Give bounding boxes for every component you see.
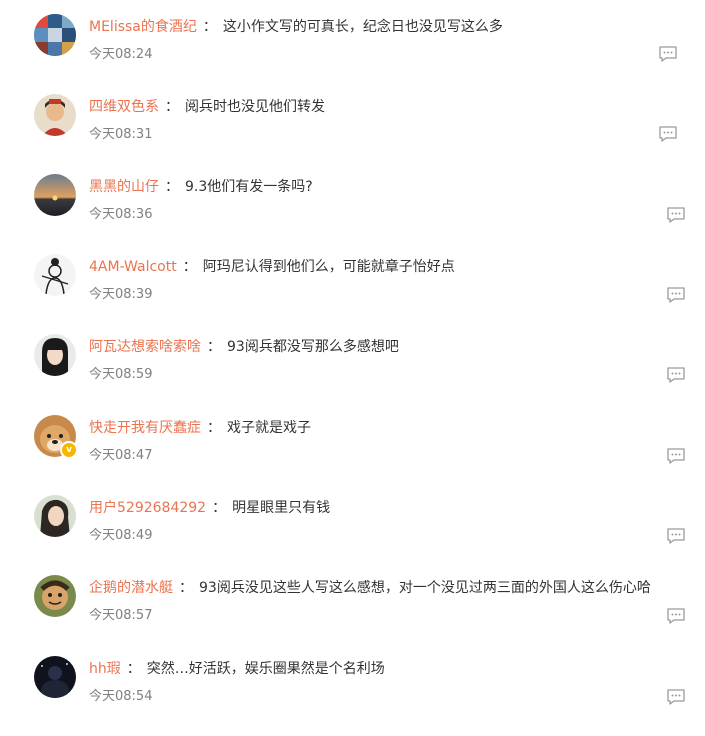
- username-link[interactable]: 四维双色系: [89, 99, 159, 115]
- comment-text: 明星眼里只有钱: [232, 500, 331, 516]
- reply-icon[interactable]: [666, 206, 686, 224]
- comment-line: 黑黑的山仔 ： 9.3他们有发一条吗?: [89, 177, 695, 197]
- colon: ：: [165, 179, 179, 195]
- colon: ：: [165, 99, 179, 115]
- comment-text: 阿玛尼认得到他们么，可能就章子怡好点: [202, 259, 455, 275]
- comment-text: 突然…好活跃，娱乐圈果然是个名利场: [146, 661, 385, 677]
- colon: ：: [182, 259, 197, 275]
- comment-item: 用户5292684292 ： 明星眼里只有钱 今天08:49: [0, 495, 705, 575]
- user-avatar[interactable]: [34, 174, 76, 216]
- sketch-avatar: [34, 254, 76, 296]
- username-link[interactable]: 阿瓦达想索啥索啥: [89, 339, 201, 355]
- comment-item: 企鹅的潜水艇 ： 93阅兵没见这些人写这么感想，对一个没见过两三面的外国人这么伤心哈…: [0, 575, 705, 655]
- colon: ：: [202, 19, 217, 35]
- comment-line: 快走开我有厌蠢症 ： 戏子就是戏子: [89, 418, 695, 438]
- username-link[interactable]: 快走开我有厌蠢症: [89, 420, 201, 436]
- user-avatar[interactable]: [34, 94, 76, 136]
- user-avatar[interactable]: [34, 334, 76, 376]
- night-avatar: [34, 656, 76, 698]
- reply-icon[interactable]: [666, 447, 686, 465]
- user-avatar[interactable]: [34, 254, 76, 296]
- comment-line: 用户5292684292 ： 明星眼里只有钱: [89, 498, 695, 518]
- sunset-avatar: [34, 174, 76, 216]
- username-link[interactable]: 企鹅的潜水艇: [89, 580, 173, 596]
- comment-time: 今天08:24: [89, 47, 153, 62]
- comment-line: 四维双色系 ： 阅兵时也没见他们转发: [89, 97, 695, 117]
- comment-item: hh瑕 ： 突然…好活跃，娱乐圈果然是个名利场 今天08:54: [0, 656, 705, 736]
- comment-time: 今天08:49: [89, 528, 153, 543]
- username-link[interactable]: MElissa的食酒纪: [89, 19, 197, 35]
- reply-icon[interactable]: [658, 125, 678, 143]
- user-avatar[interactable]: v: [34, 415, 78, 459]
- comment-time: 今天08:57: [89, 608, 153, 623]
- comment-time: 今天08:39: [89, 287, 153, 302]
- colon: ：: [207, 420, 221, 436]
- comment-time: 今天08:54: [89, 689, 153, 704]
- username-link[interactable]: 黑黑的山仔: [89, 179, 159, 195]
- username-link[interactable]: hh瑕: [89, 661, 121, 677]
- portrait-avatar: [34, 94, 76, 136]
- user-avatar[interactable]: [34, 656, 76, 698]
- colon: ：: [207, 339, 221, 355]
- reply-icon[interactable]: [658, 45, 678, 63]
- comment-item: 四维双色系 ： 阅兵时也没见他们转发 今天08:31: [0, 94, 705, 174]
- comment-line: 企鹅的潜水艇 ： 93阅兵没见这些人写这么感想，对一个没见过两三面的外国人这么伤心哈: [89, 578, 695, 598]
- colon: ：: [212, 500, 227, 516]
- comment-text: 戏子就是戏子: [227, 420, 311, 436]
- user-avatar[interactable]: [34, 495, 76, 537]
- comment-item: 4AM-Walcott ： 阿玛尼认得到他们么，可能就章子怡好点 今天08:39: [0, 254, 705, 334]
- username-link[interactable]: 4AM-Walcott: [89, 259, 177, 275]
- cartoon-avatar: [34, 575, 76, 617]
- comment-item: 黑黑的山仔 ： 9.3他们有发一条吗? 今天08:36: [0, 174, 705, 254]
- girl-avatar: [34, 334, 76, 376]
- user-avatar[interactable]: [34, 14, 76, 56]
- colon: ：: [126, 661, 141, 677]
- verified-badge-icon: v: [60, 441, 78, 459]
- comment-text: 阅兵时也没见他们转发: [185, 99, 325, 115]
- reply-icon[interactable]: [666, 286, 686, 304]
- reply-icon[interactable]: [666, 607, 686, 625]
- comment-item: 阿瓦达想索啥索啥 ： 93阅兵都没写那么多感想吧 今天08:59: [0, 334, 705, 414]
- reply-icon[interactable]: [666, 366, 686, 384]
- comment-item: MElissa的食酒纪 ： 这小作文写的可真长，纪念日也没见写这么多 今天08:24: [0, 14, 705, 94]
- username-link[interactable]: 用户5292684292: [89, 500, 206, 516]
- comment-item: v 快走开我有厌蠢症 ： 戏子就是戏子 今天08:47: [0, 415, 705, 495]
- mosaic-avatar: [34, 14, 76, 56]
- comment-line: 阿瓦达想索啥索啥 ： 93阅兵都没写那么多感想吧: [89, 337, 695, 357]
- colon: ：: [179, 580, 193, 596]
- comment-text: 93阅兵都没写那么多感想吧: [227, 339, 399, 355]
- comment-time: 今天08:36: [89, 207, 153, 222]
- comment-text: 这小作文写的可真长，纪念日也没见写这么多: [222, 19, 503, 35]
- user-avatar[interactable]: [34, 575, 76, 617]
- woman-avatar: [34, 495, 76, 537]
- comment-line: 4AM-Walcott ： 阿玛尼认得到他们么，可能就章子怡好点: [89, 257, 695, 277]
- comment-text: 93阅兵没见这些人写这么感想，对一个没见过两三面的外国人这么伤心哈: [199, 580, 651, 596]
- reply-icon[interactable]: [666, 688, 686, 706]
- comment-text: 9.3他们有发一条吗?: [185, 179, 313, 195]
- comment-time: 今天08:47: [89, 448, 153, 463]
- reply-icon[interactable]: [666, 527, 686, 545]
- comment-time: 今天08:31: [89, 127, 153, 142]
- comment-line: hh瑕 ： 突然…好活跃，娱乐圈果然是个名利场: [89, 659, 695, 679]
- comment-line: MElissa的食酒纪 ： 这小作文写的可真长，纪念日也没见写这么多: [89, 17, 695, 37]
- comment-time: 今天08:59: [89, 367, 153, 382]
